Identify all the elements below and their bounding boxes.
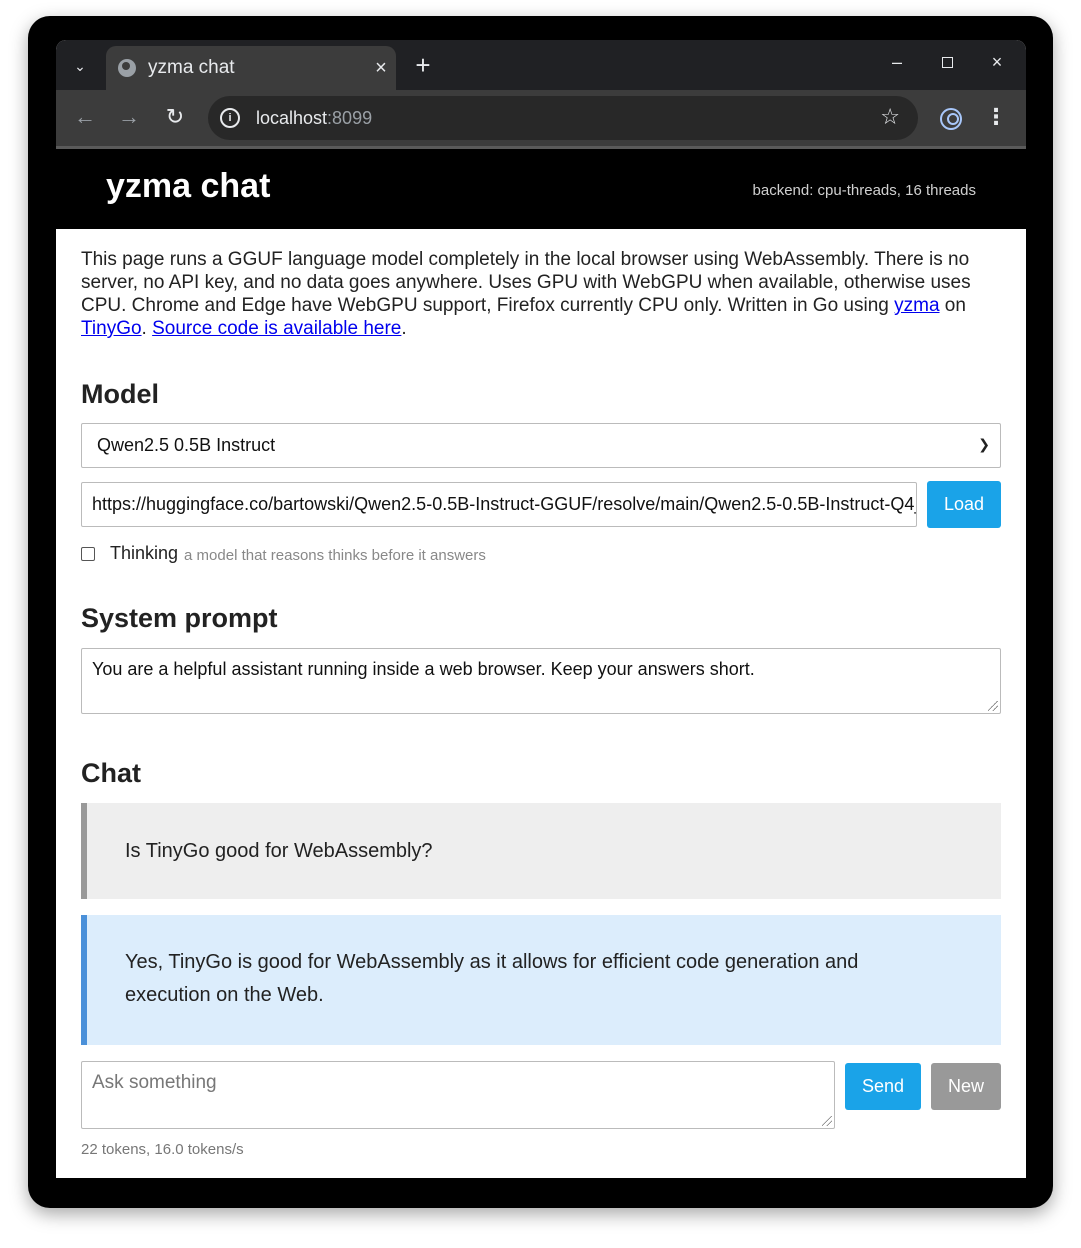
- chevron-down-icon: ❯: [978, 436, 990, 452]
- thinking-label: Thinking: [110, 543, 179, 563]
- model-url-input[interactable]: https://huggingface.co/bartowski/Qwen2.5…: [81, 482, 917, 527]
- source-code-link[interactable]: Source code is available here: [152, 318, 401, 339]
- tab-search-chevron-icon[interactable]: ⌄: [66, 52, 94, 80]
- browser-toolbar: ← → ↻ i localhost:8099 ☆ ⋮: [56, 90, 1026, 146]
- resize-handle-icon[interactable]: [822, 1116, 832, 1126]
- user-message: Is TinyGo good for WebAssembly?: [81, 803, 1001, 899]
- system-prompt-textarea[interactable]: You are a helpful assistant running insi…: [81, 648, 1001, 714]
- new-chat-button[interactable]: New: [931, 1063, 1001, 1110]
- back-arrow-icon[interactable]: ←: [70, 104, 100, 130]
- tab-strip: ⌄ yzma chat × + – ×: [56, 40, 1026, 90]
- system-prompt-heading: System prompt: [81, 603, 278, 633]
- model-heading: Model: [81, 379, 159, 409]
- load-button[interactable]: Load: [927, 481, 1001, 528]
- resize-handle-icon[interactable]: [988, 701, 998, 711]
- browser-window: ⌄ yzma chat × + – × ← → ↻ i localhost:80…: [56, 40, 1026, 1178]
- token-stats: 22 tokens, 16.0 tokens/s: [81, 1141, 244, 1158]
- backend-status: backend: cpu-threads, 16 threads: [752, 182, 976, 199]
- model-select[interactable]: Qwen2.5 0.5B Instruct ❯: [81, 423, 1001, 468]
- close-tab-icon[interactable]: ×: [366, 57, 396, 80]
- minimize-icon[interactable]: –: [882, 52, 912, 73]
- system-prompt-value: You are a helpful assistant running insi…: [92, 659, 755, 679]
- url-text: localhost:8099: [256, 107, 373, 128]
- address-bar[interactable]: i localhost:8099 ☆: [208, 96, 918, 140]
- profile-icon[interactable]: [940, 108, 962, 130]
- thinking-option: Thinking a model that reasons thinks bef…: [81, 543, 486, 564]
- yzma-link[interactable]: yzma: [894, 295, 939, 316]
- ask-placeholder: Ask something: [92, 1072, 217, 1093]
- assistant-message: Yes, TinyGo is good for WebAssembly as i…: [81, 915, 1001, 1045]
- tab-yzma-chat[interactable]: yzma chat ×: [106, 46, 396, 90]
- ask-input[interactable]: Ask something: [81, 1061, 835, 1129]
- thinking-checkbox[interactable]: [81, 546, 95, 561]
- reload-icon[interactable]: ↻: [160, 104, 190, 130]
- page-title: yzma chat: [106, 167, 271, 205]
- globe-icon: [118, 59, 136, 77]
- chat-heading: Chat: [81, 758, 141, 788]
- intro-paragraph: This page runs a GGUF language model com…: [81, 249, 971, 339]
- page-header: yzma chat backend: cpu-threads, 16 threa…: [56, 149, 1026, 229]
- close-window-icon[interactable]: ×: [982, 52, 1012, 73]
- menu-kebab-icon[interactable]: ⋮: [984, 104, 1008, 130]
- maximize-icon[interactable]: [932, 52, 962, 73]
- new-tab-icon[interactable]: +: [408, 50, 438, 81]
- model-select-value: Qwen2.5 0.5B Instruct: [97, 435, 276, 455]
- forward-arrow-icon[interactable]: →: [114, 104, 144, 130]
- site-info-icon[interactable]: i: [220, 108, 240, 128]
- bookmark-star-icon[interactable]: ☆: [880, 104, 900, 130]
- send-button[interactable]: Send: [845, 1063, 921, 1110]
- tinygo-link[interactable]: TinyGo: [81, 318, 142, 339]
- thinking-hint: a model that reasons thinks before it an…: [184, 546, 486, 564]
- tab-title: yzma chat: [148, 57, 235, 78]
